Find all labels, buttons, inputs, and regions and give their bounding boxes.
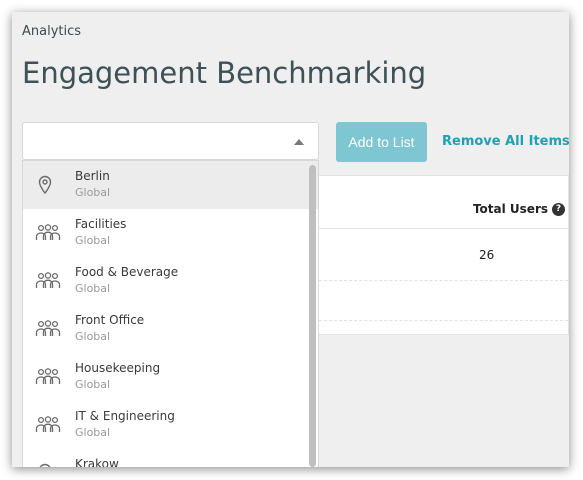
dropdown-option[interactable]: Housekeeping Global (23, 353, 318, 401)
dropdown-option[interactable]: Food & Beverage Global (23, 257, 318, 305)
dropdown-option[interactable]: IT & Engineering Global (23, 401, 318, 449)
add-to-list-button[interactable]: Add to List (336, 122, 427, 162)
analytics-panel: Analytics Engagement Benchmarking Add to… (12, 12, 569, 467)
caret-up-icon (294, 139, 304, 145)
group-icon (35, 271, 61, 291)
location-dropdown-list[interactable]: Berlin Global Facilities Global Food & Bever… (22, 160, 319, 467)
option-name: Facilities (75, 217, 127, 231)
option-scope: Global (75, 234, 111, 247)
remove-all-items-link[interactable]: Remove All Items (442, 134, 569, 149)
option-name: Front Office (75, 313, 145, 327)
option-scope: Global (75, 186, 111, 199)
page-title: Engagement Benchmarking (22, 56, 427, 90)
group-icon (35, 415, 61, 435)
option-scope: Global (75, 426, 111, 439)
dropdown-option[interactable]: Krakow (23, 449, 318, 467)
breadcrumb[interactable]: Analytics (22, 24, 81, 39)
dropdown-option[interactable]: Facilities Global (23, 209, 318, 257)
help-icon[interactable]: ? (552, 202, 565, 216)
group-icon (35, 223, 61, 243)
option-name: Berlin (75, 169, 110, 183)
group-icon (35, 319, 61, 339)
option-name: Housekeeping (75, 361, 161, 375)
dropdown-option[interactable]: Front Office Global (23, 305, 318, 353)
total-users-cell: 26 (479, 248, 495, 262)
location-pin-icon (35, 175, 61, 195)
location-pin-icon (35, 463, 61, 467)
option-scope: Global (75, 378, 111, 391)
group-icon (35, 367, 61, 387)
option-scope: Global (75, 282, 111, 295)
dropdown-option[interactable]: Berlin Global (23, 161, 318, 209)
total-users-header-label: Total Users (472, 202, 548, 216)
total-users-header: Total Users ? (473, 202, 565, 216)
option-name: IT & Engineering (75, 409, 175, 423)
dropdown-scrollbar[interactable] (309, 165, 316, 467)
option-name: Krakow (75, 457, 119, 467)
location-select[interactable] (22, 122, 319, 160)
option-scope: Global (75, 330, 111, 343)
option-name: Food & Beverage (75, 265, 179, 279)
